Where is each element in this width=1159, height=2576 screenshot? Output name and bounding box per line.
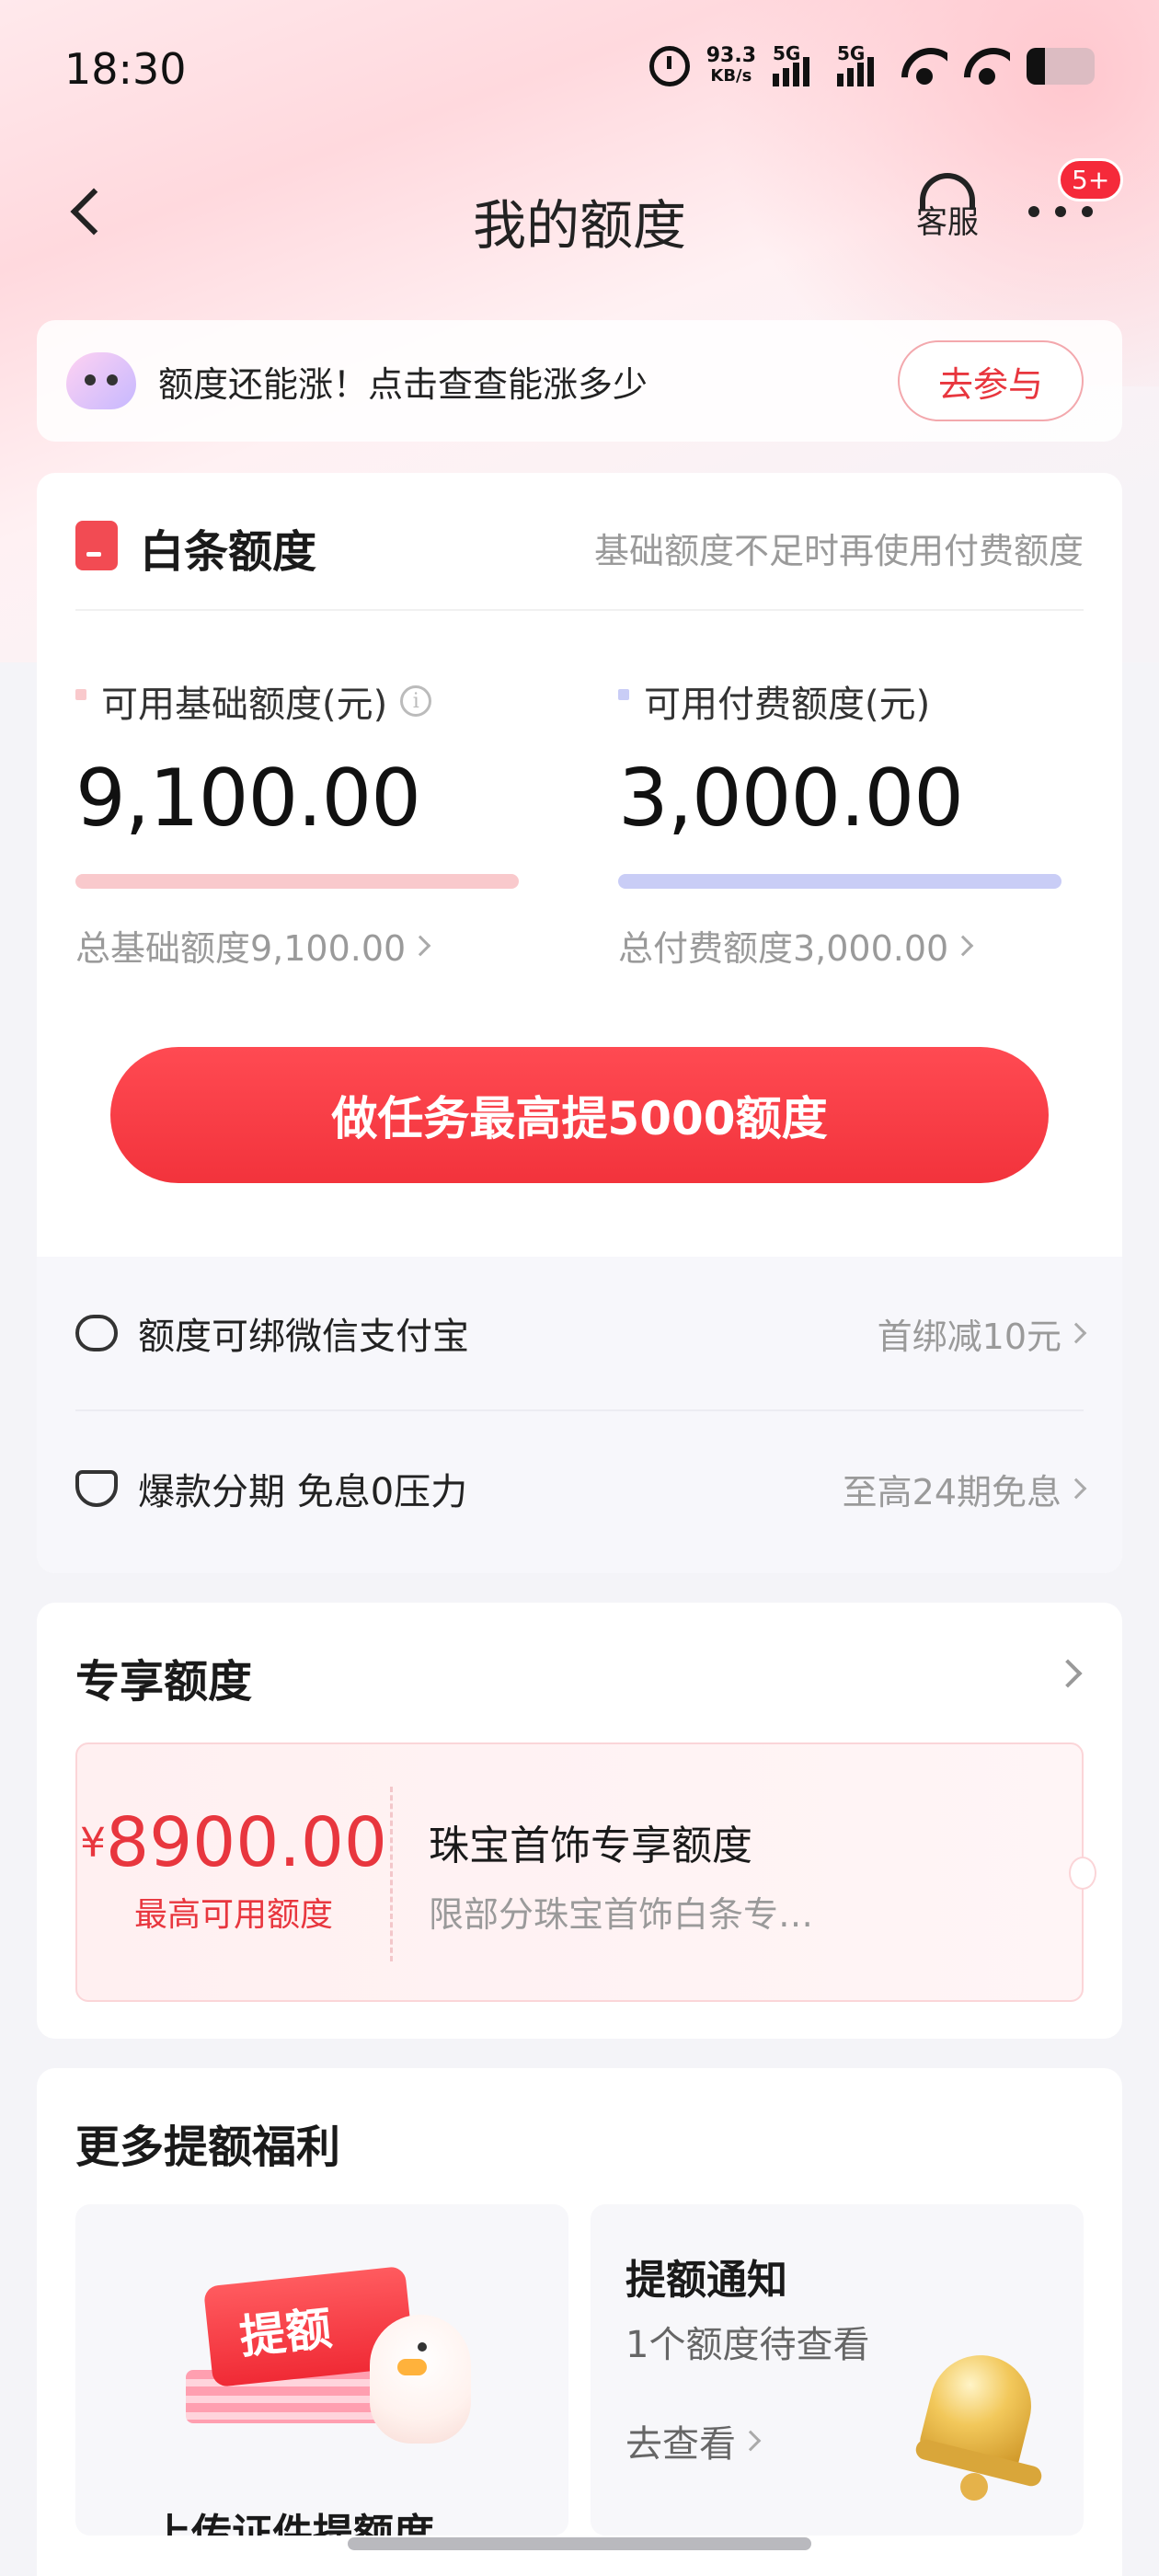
feature-right: 至高24期免息 (842, 1464, 1087, 1514)
mascot-icon (66, 352, 136, 409)
notice-link[interactable]: 去查看 (625, 2414, 762, 2467)
chevron-right-icon (1065, 1322, 1087, 1344)
divider (75, 609, 1084, 611)
chevron-right-icon[interactable] (1053, 1659, 1083, 1688)
network-speed: 93.3 KB/s (706, 46, 756, 86)
diamond-icon (75, 1470, 118, 1507)
chevron-right-icon (952, 935, 974, 956)
feature-right-text: 至高24期免息 (842, 1471, 1061, 1512)
info-icon[interactable]: i (400, 685, 432, 717)
status-bar: 18:30 93.3 KB/s 5G 5G (0, 0, 1159, 138)
basic-credit-total: 总基础额度9,100.00 (75, 928, 407, 969)
credit-notice-tile[interactable]: 提额通知 1个额度待查看 去查看 (591, 2204, 1084, 2536)
notice-link-text: 去查看 (625, 2423, 736, 2466)
page-title: 我的额度 (472, 194, 686, 257)
chat-bubble-icon (75, 1315, 118, 1351)
signal-icon-sim1: 5G (773, 42, 820, 86)
battery-icon (1027, 48, 1095, 85)
more-dots-icon (1028, 206, 1039, 217)
notification-badge: 5+ (1058, 158, 1124, 201)
sim2-network-type: 5G (837, 42, 866, 64)
notice-sub: 1个额度待查看 (625, 2324, 870, 2366)
baitiao-title: 白条额度 (140, 526, 317, 578)
signal-icon-sim2: 5G (837, 42, 885, 86)
network-speed-unit: KB/s (710, 66, 752, 86)
wifi-icon (901, 48, 947, 85)
status-time: 18:30 (64, 44, 187, 94)
network-speed-value: 93.3 (706, 44, 756, 67)
sim1-network-type: 5G (773, 42, 801, 64)
baitiao-icon (75, 521, 118, 570)
coupon-amount-value: 8900.00 (105, 1803, 387, 1882)
paid-credit-total: 总付费额度3,000.00 (618, 928, 949, 969)
coupon-currency: ¥ (79, 1819, 106, 1867)
feature-right-text: 首绑减10元 (877, 1316, 1061, 1357)
customer-service-label: 客服 (916, 204, 979, 241)
paid-credit: 可用付费额度(元) 3,000.00 总付费额度3,000.00 (618, 677, 1061, 971)
wifi-icon-2 (964, 48, 1010, 85)
feature-installment[interactable]: 爆款分期 免息0压力 至高24期免息 (75, 1411, 1087, 1566)
coupon-desc: 限部分珠宝首饰白条专… (429, 1894, 814, 1935)
upload-id-title: 上传证件提额度 (151, 2511, 434, 2536)
promo-banner[interactable]: 额度还能涨！点击查查能涨多少 去参与 (37, 320, 1122, 442)
participate-button[interactable]: 去参与 (898, 340, 1084, 421)
promo-text: 额度还能涨！点击查查能涨多少 (158, 363, 648, 405)
basic-credit-value: 9,100.00 (75, 753, 421, 845)
feature-text: 爆款分期 免息0压力 (138, 1471, 468, 1513)
more-benefits-card: 更多提额福利 提额 上传证件提额度 提额通知 1个额度待查看 去查看 (37, 2068, 1122, 2576)
status-icons: 93.3 KB/s 5G 5G (648, 42, 1095, 86)
paid-credit-dot (618, 689, 629, 700)
paid-credit-bar (618, 874, 1061, 889)
basic-credit-total-link[interactable]: 总基础额度9,100.00 (75, 920, 517, 971)
coupon-amount: ¥8900.00 (77, 1803, 390, 1882)
more-benefits-title: 更多提额福利 (75, 2122, 341, 2173)
bell-icon (911, 2335, 1049, 2501)
chevron-right-icon (740, 2430, 762, 2452)
basic-credit-bar (75, 874, 519, 889)
paid-credit-total-link[interactable]: 总付费额度3,000.00 (618, 920, 1060, 971)
exclusive-title: 专享额度 (75, 1656, 253, 1708)
coupon-divider (390, 1787, 393, 1961)
baitiao-hint: 基础额度不足时再使用付费额度 (593, 531, 1084, 571)
more-button[interactable] (1028, 202, 1093, 221)
alarm-icon (648, 46, 690, 86)
customer-service-button[interactable]: 客服 (911, 173, 984, 256)
coupon-amount-area: ¥8900.00 最高可用额度 (77, 1744, 390, 2004)
paid-credit-label: 可用付费额度(元) (644, 684, 931, 726)
coupon-sub: 最高可用额度 (133, 1896, 333, 1934)
coupon-notch (1069, 1857, 1096, 1890)
feature-text: 额度可绑微信支付宝 (138, 1316, 469, 1358)
notice-title: 提额通知 (625, 2257, 787, 2304)
paid-credit-value: 3,000.00 (618, 753, 964, 845)
feature-right: 首绑减10元 (877, 1308, 1087, 1359)
basic-credit: 可用基础额度(元) i 9,100.00 总基础额度9,100.00 (75, 677, 519, 971)
duck-mascot-icon (370, 2315, 471, 2444)
upload-id-tile[interactable]: 提额 上传证件提额度 (75, 2204, 568, 2536)
basic-credit-dot (75, 689, 86, 700)
feature-bind-wallet[interactable]: 额度可绑微信支付宝 首绑减10元 (75, 1257, 1087, 1411)
basic-credit-label: 可用基础额度(元) (101, 684, 388, 726)
coupon-name: 珠宝首饰专享额度 (429, 1823, 752, 1869)
navigation-bar: 我的额度 客服 5+ (0, 147, 1159, 276)
exclusive-credit-card: 专享额度 ¥8900.00 最高可用额度 珠宝首饰专享额度 限部分珠宝首饰白条专… (37, 1603, 1122, 2039)
baitiao-card: 白条额度 基础额度不足时再使用付费额度 可用基础额度(元) i 9,100.00… (37, 473, 1122, 1573)
jewelry-credit-coupon[interactable]: ¥8900.00 最高可用额度 珠宝首饰专享额度 限部分珠宝首饰白条专… (75, 1742, 1096, 2004)
chevron-right-icon (409, 935, 431, 956)
home-indicator[interactable] (348, 2537, 811, 2550)
task-button[interactable]: 做任务最高提5000额度 (110, 1047, 1049, 1183)
feature-list: 额度可绑微信支付宝 首绑减10元 爆款分期 免息0压力 至高24期免息 (37, 1257, 1122, 1573)
chevron-right-icon (1065, 1478, 1087, 1500)
